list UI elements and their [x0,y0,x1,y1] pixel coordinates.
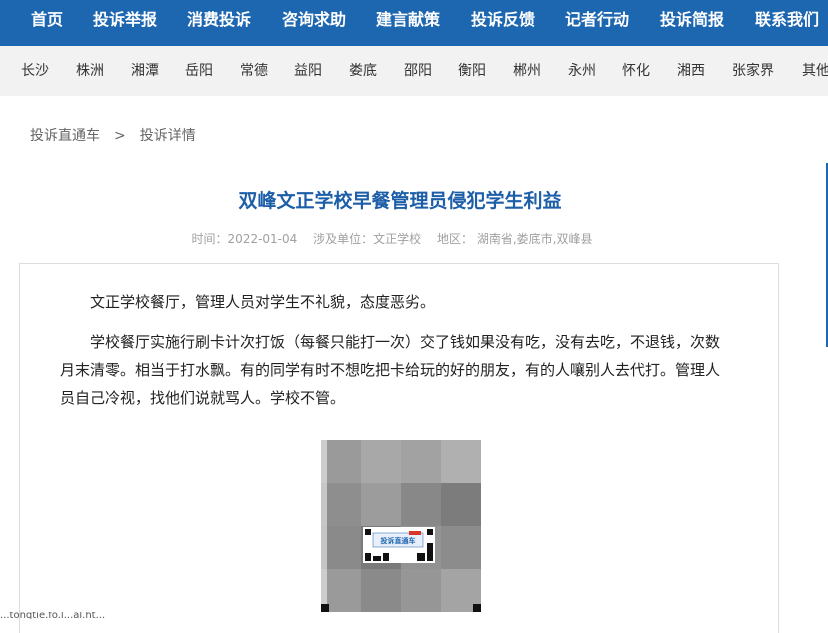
city-link[interactable]: 岳阳 [185,46,213,96]
meta-time: 时间：2022-01-04 [191,232,298,246]
city-link[interactable]: 邵阳 [404,46,432,96]
breadcrumb-current: 投诉详情 [139,128,196,144]
city-navigation: 长沙 株洲 湘潭 岳阳 常德 益阳 娄底 邵阳 衡阳 郴州 永州 怀化 湘西 张… [0,46,828,96]
city-link[interactable]: 湘潭 [131,46,159,96]
nav-feedback[interactable]: 投诉反馈 [471,0,535,40]
meta-unit: 涉及单位：文正学校 [313,232,422,246]
article-paragraph: 学校餐厅实施行刷卡计次打饭（每餐只能打一次）交了钱如果没有吃，没有去吃，不退钱，… [60,333,721,407]
breadcrumb-home-link[interactable]: 投诉直通车 [30,126,100,146]
article-title: 双峰文正学校早餐管理员侵犯学生利益 [238,190,562,212]
status-url: ...tonqtie.fo.l...al.ht... [0,612,106,619]
breadcrumb: 投诉直通车 > 投诉详情 [30,126,196,146]
city-link[interactable]: 株洲 [76,46,104,96]
nav-suggestions[interactable]: 建言献策 [376,0,440,40]
city-link[interactable]: 娄底 [349,46,377,96]
nav-reporter-action[interactable]: 记者行动 [565,0,629,40]
nav-contact-us[interactable]: 联系我们 [755,0,819,40]
nav-report[interactable]: 投诉举报 [93,0,157,40]
city-link[interactable]: 湘西 [677,46,705,96]
city-link[interactable]: 长沙 [21,46,49,96]
city-link[interactable]: 常德 [240,46,268,96]
city-link[interactable]: 衡阳 [458,46,486,96]
article-paragraph: 文正学校餐厅，管理人员对学生不礼貌，态度恶劣。 [90,293,436,311]
city-link[interactable]: 永州 [568,46,596,96]
city-link[interactable]: 张家界 [732,46,774,96]
meta-region: 地区： 湖南省,娄底市,双峰县 [436,232,593,246]
top-navigation: 首页 投诉举报 消费投诉 咨询求助 建言献策 投诉反馈 记者行动 投诉简报 联系… [0,0,828,46]
qr-code-image: 投诉直通车 [321,440,481,612]
nav-consult-help[interactable]: 咨询求助 [282,0,346,40]
city-link[interactable]: 其他 [802,46,828,96]
nav-briefing[interactable]: 投诉简报 [660,0,724,40]
qr-logo-text: 投诉直通车 [381,536,416,545]
nav-home[interactable]: 首页 [31,0,63,40]
article-body: 文正学校餐厅，管理人员对学生不礼貌，态度恶劣。 学校餐厅实施行刷卡计次打饭（每餐… [19,263,779,633]
city-link[interactable]: 怀化 [622,46,650,96]
article-meta: 时间：2022-01-04 涉及单位：文正学校 地区： 湖南省,娄底市,双峰县 [0,230,784,247]
city-link[interactable]: 益阳 [294,46,322,96]
city-link[interactable]: 郴州 [513,46,541,96]
breadcrumb-separator: > [114,128,126,144]
nav-consumer-complaint[interactable]: 消费投诉 [187,0,251,40]
